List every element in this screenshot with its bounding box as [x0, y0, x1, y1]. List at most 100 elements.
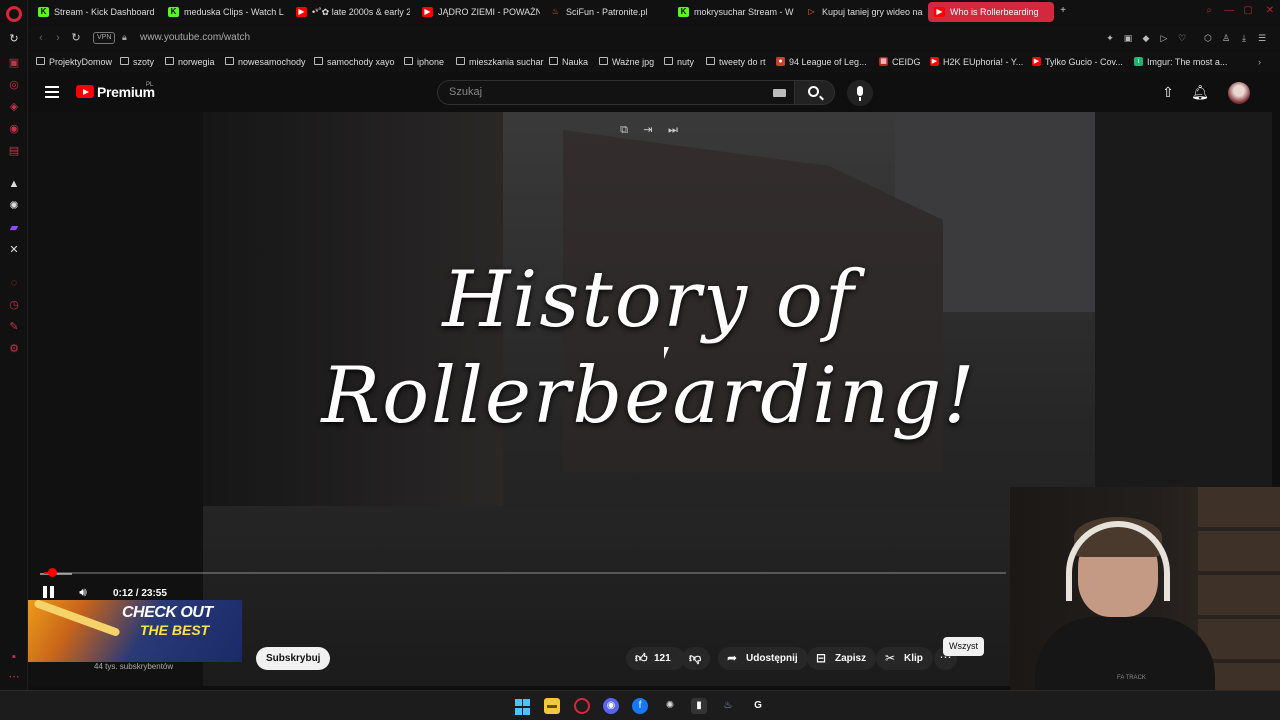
dislike-button[interactable]: 👎︎ [682, 647, 710, 670]
like-button[interactable]: 👍︎ 121 [626, 647, 685, 670]
sidebar-app-icon[interactable]: ◌ [7, 276, 21, 290]
youtube-icon: ▶ [934, 7, 945, 17]
extensions-icon[interactable]: ⬡ [1202, 32, 1214, 44]
new-tab-icon[interactable]: + [1057, 5, 1069, 17]
refresh-icon[interactable]: ↻ [7, 32, 21, 46]
opera-taskbar-icon[interactable] [574, 698, 590, 714]
windows-start-icon[interactable] [515, 699, 531, 715]
bookmark-folder[interactable]: Nauka [549, 56, 588, 68]
file-explorer-icon[interactable]: ▬ [544, 698, 560, 714]
x-icon[interactable]: ✕ [7, 243, 21, 257]
skip-icon[interactable]: ⏭︎ [665, 122, 681, 138]
snapshot-icon[interactable]: ▣ [1122, 32, 1134, 44]
filter-chip-all[interactable]: Wszyst [943, 637, 984, 656]
shield-icon[interactable]: ◆ [1140, 32, 1152, 44]
exit-icon[interactable]: ⇥ [640, 122, 656, 138]
vpn-badge[interactable]: VPN [93, 32, 116, 44]
store-icon: ▷ [808, 7, 815, 16]
upload-icon[interactable]: ⇧ [1159, 83, 1177, 101]
hamburger-menu-icon[interactable] [45, 86, 59, 98]
notifications-bell-icon[interactable]: 🔔︎ [1191, 83, 1209, 101]
tab[interactable]: K Stream - Kick Dashboard [32, 2, 158, 22]
player-icon[interactable]: ▷ [1158, 32, 1170, 44]
bookmark-folder[interactable]: mieszkania suchar [456, 56, 544, 68]
aria-icon[interactable]: ▲ [7, 177, 21, 191]
search-button[interactable] [795, 80, 835, 105]
account-icon[interactable]: ♙ [1220, 32, 1232, 44]
steam-icon[interactable]: ♨ [720, 698, 736, 714]
maximize-icon[interactable]: ▢ [1242, 5, 1254, 17]
minimize-icon[interactable]: — [1223, 5, 1235, 17]
chatgpt-taskbar-icon[interactable]: ✺ [662, 698, 678, 714]
clip-button[interactable]: ✂ Klip [876, 647, 933, 670]
lock-icon[interactable]: 🔒︎ [122, 32, 127, 43]
easy-setup-icon[interactable]: ☰ [1256, 32, 1268, 44]
sidebar-app-icon[interactable]: ◎ [7, 78, 21, 92]
download-icon[interactable]: ⤓ [1238, 32, 1250, 44]
sidebar-app-icon[interactable]: ✎ [7, 320, 21, 334]
tab[interactable]: ♨ SciFun - Patronite.pl [544, 2, 668, 22]
tab-active[interactable]: ▶ Who is Rollerbearding [928, 2, 1054, 22]
sidebar-app-icon[interactable]: ◉ [7, 122, 21, 136]
tab[interactable]: ▶ •*˚✿ late 2000s & early 2 [290, 2, 410, 22]
bookmark-folder[interactable]: tweety do rt [706, 56, 766, 68]
youtube-logo-icon[interactable] [76, 85, 94, 98]
voice-search-button[interactable] [847, 80, 873, 106]
bookmark-folder[interactable]: samochody xayo [314, 56, 395, 68]
sidebar-app-icon[interactable]: ◈ [7, 100, 21, 114]
opera-logo-icon[interactable] [6, 6, 22, 22]
progress-bar[interactable] [44, 568, 1006, 577]
bookmarks-overflow-icon[interactable]: › [1258, 56, 1261, 68]
sidebar-app-icon[interactable]: ▣ [7, 56, 21, 70]
youtube-icon: ▶ [422, 7, 433, 17]
bookmark-link[interactable]: ▶ Tylko Gucio - Cov... [1032, 56, 1123, 68]
g-app-icon[interactable]: G [750, 698, 766, 714]
subscribe-button[interactable]: Subskrybuj [256, 647, 331, 670]
search-input[interactable]: Szukaj [437, 80, 795, 105]
forward-icon[interactable]: › [51, 31, 65, 45]
heart-icon[interactable]: ♡ [1176, 32, 1188, 44]
save-button[interactable]: ⊟ Zapisz [807, 647, 877, 670]
twitch-icon[interactable]: ▰ [7, 221, 21, 235]
miniplayer-icon[interactable]: ⧉ [616, 122, 632, 138]
facebook-icon[interactable]: f [632, 698, 648, 714]
volume-icon[interactable]: 🔊︎ [75, 584, 91, 600]
folder-icon [120, 57, 129, 65]
settings-icon[interactable]: ⚙ [7, 342, 21, 356]
sidebar-app-icon[interactable]: ▤ [7, 144, 21, 158]
search-tabs-icon[interactable]: ⌕ [1203, 5, 1215, 17]
region-label: PL [146, 82, 154, 88]
bookmark-link[interactable]: i Imgur: The most a... [1134, 56, 1227, 68]
reload-icon[interactable]: ↻ [69, 31, 83, 45]
history-icon[interactable]: ◷ [7, 298, 21, 312]
bookmark-folder[interactable]: nowesamochody [225, 56, 306, 68]
keyboard-icon[interactable] [773, 89, 786, 97]
share-button[interactable]: ➦ Udostępnij [718, 647, 808, 670]
bookmark-folder[interactable]: Ważne jpg [599, 56, 654, 68]
ceidg-icon: ▦ [879, 57, 888, 66]
bookmark-link[interactable]: ▦ CEIDG [879, 56, 921, 68]
sidebar-app-icon[interactable]: ▪ [7, 650, 21, 664]
more-icon[interactable]: ⋯ [7, 670, 21, 684]
url-field[interactable]: www.youtube.com/watch [140, 32, 250, 43]
discord-icon[interactable]: ◉ [603, 698, 619, 714]
scrubber-handle[interactable] [48, 568, 57, 577]
bookmark-icon[interactable]: ✦ [1104, 32, 1116, 44]
bookmark-folder[interactable]: nuty [664, 56, 694, 68]
bookmark-folder[interactable]: ProjektyDomow [36, 56, 112, 68]
tab[interactable]: ▶ JĄDRO ZIEMI - POWAŻN [416, 2, 540, 22]
terminal-icon[interactable]: ▮ [691, 698, 707, 714]
tab[interactable]: ▷ Kupuj taniej gry wideo na [800, 2, 924, 22]
bookmark-folder[interactable]: szoty [120, 56, 154, 68]
chatgpt-icon[interactable]: ✺ [7, 199, 21, 213]
bookmark-link[interactable]: ▶ H2K EUphoria! - Y... [930, 56, 1023, 68]
tab[interactable]: Kmeduska Clips - Watch L [162, 2, 286, 22]
bookmark-link[interactable]: ● 94 League of Leg... [776, 56, 867, 68]
bookmark-folder[interactable]: norwegia [165, 56, 215, 68]
close-icon[interactable]: ✕ [1264, 5, 1276, 17]
pause-button[interactable] [42, 585, 56, 599]
tab[interactable]: Kmokrysuchar Stream - W [672, 2, 796, 22]
bookmark-folder[interactable]: iphone [404, 56, 444, 68]
back-icon[interactable]: ‹ [34, 31, 48, 45]
avatar[interactable] [1228, 82, 1250, 104]
